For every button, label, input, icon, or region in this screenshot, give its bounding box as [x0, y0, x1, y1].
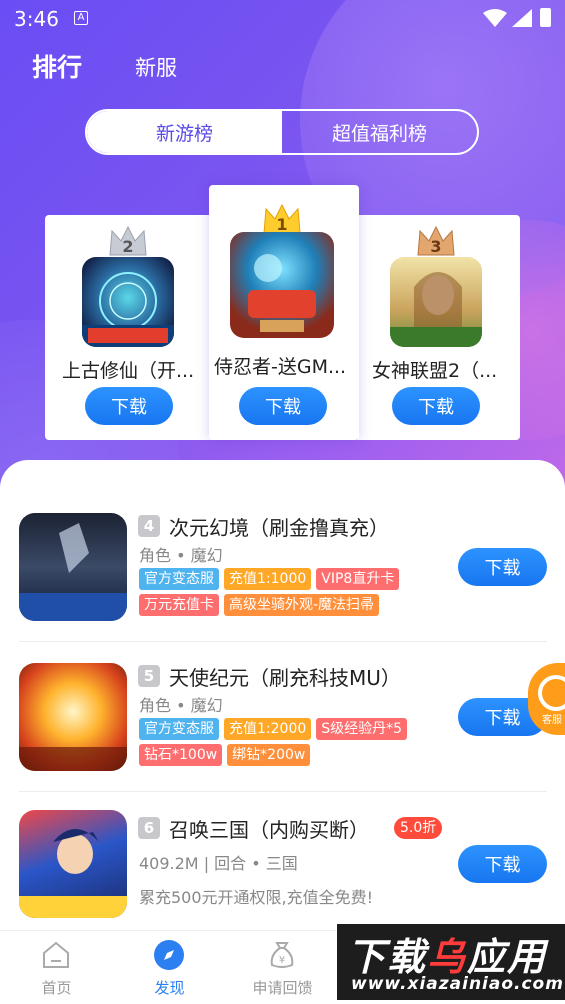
tag: 充值1:2000	[224, 718, 312, 740]
game-title: 召唤三国（内购买断）	[169, 818, 369, 842]
tag-row: 钻石*100w 绑钻*200w	[139, 744, 311, 766]
bronze-crown-icon: 3	[417, 225, 455, 256]
nav-feedback[interactable]: ¥ 申请回馈	[226, 931, 339, 1004]
watermark-logo: 下载乌应用 www.xiazainiao.com	[337, 924, 565, 1000]
game-meta: 409.2M | 回合 • 三国	[139, 854, 298, 873]
game-art	[19, 747, 127, 771]
game-thumb-ciyuan	[19, 513, 127, 621]
notification-icon: A	[74, 11, 88, 25]
tab-ranking[interactable]: 排行	[32, 48, 84, 84]
podium-download-button-1[interactable]: 下载	[239, 387, 327, 425]
nav-home[interactable]: 首页	[0, 931, 113, 1004]
tag-row: 官方变态服 充值1:1000 VIP8直升卡	[139, 568, 400, 590]
svg-text:¥: ¥	[279, 955, 285, 966]
game-art	[248, 254, 316, 332]
battery-icon	[540, 8, 551, 27]
game-icon-nvshen[interactable]	[390, 257, 482, 347]
tab-new-server[interactable]: 新服	[135, 52, 177, 82]
game-art	[19, 523, 127, 621]
signal-icon	[512, 9, 532, 27]
wifi-icon	[483, 9, 507, 27]
game-icon-shirenzhe[interactable]	[230, 232, 334, 338]
tag-row: 官方变态服 充值1:2000 S级经验丹*5	[139, 718, 408, 740]
game-meta: 角色 • 魔幻	[139, 546, 223, 565]
status-bar: 3:46 A	[0, 0, 565, 36]
game-icon-shanggu[interactable]	[82, 257, 174, 347]
home-icon	[43, 941, 69, 968]
headset-icon	[538, 675, 565, 711]
podium-name-1: 侍忍者-送GM...	[214, 356, 347, 378]
segment-welfare[interactable]: 超值福利榜	[282, 111, 477, 153]
rank-badge: 5	[138, 665, 160, 687]
tab-ranking-label: 排行	[32, 53, 83, 82]
nav-home-label: 首页	[41, 979, 72, 997]
game-thumb-tianshi	[19, 663, 127, 771]
watermark-title-a: 下载	[347, 935, 428, 979]
divider	[19, 641, 547, 642]
compass-icon	[154, 940, 184, 970]
divider	[19, 791, 547, 792]
tag: 万元充值卡	[139, 594, 219, 616]
podium-download-button-3[interactable]: 下载	[392, 387, 480, 425]
watermark-title: 下载乌应用	[347, 926, 547, 981]
watermark-title-c: 应用	[467, 935, 548, 979]
game-thumb-zhaohuan	[19, 810, 127, 918]
game-art	[390, 272, 482, 347]
tag: 钻石*100w	[139, 744, 223, 766]
watermark-url: www.xiazainiao.com	[351, 974, 564, 994]
nav-discover-label: 发现	[154, 979, 185, 997]
rank-badge: 4	[138, 515, 160, 537]
silver-crown-icon: 2	[109, 225, 147, 256]
tag: VIP8直升卡	[316, 568, 400, 590]
customer-service-label: 客服	[542, 715, 562, 726]
tag: 官方变态服	[139, 718, 219, 740]
podium-download-button-2[interactable]: 下载	[85, 387, 173, 425]
tag-row: 万元充值卡 高级坐骑外观-魔法扫帚	[139, 594, 380, 616]
game-description: 累充500元开通权限,充值全免费!	[139, 888, 374, 907]
tag: 充值1:1000	[224, 568, 312, 590]
segment-new-games[interactable]: 新游榜	[87, 111, 282, 153]
podium-name-3: 女神联盟2（...	[372, 360, 498, 382]
gold-crown-icon: 1	[263, 203, 301, 234]
tag: S级经验丹*5	[316, 718, 408, 740]
game-art	[82, 272, 174, 347]
game-title: 次元幻境（刷金撸真充）	[169, 516, 389, 540]
money-bag-icon: ¥	[270, 942, 294, 968]
rank-badge: 6	[138, 817, 160, 839]
podium-name-2: 上古修仙（开...	[62, 360, 195, 382]
download-button[interactable]: 下载	[458, 548, 547, 586]
ranking-segment: 新游榜 超值福利榜	[85, 109, 479, 155]
nav-discover[interactable]: 发现	[113, 931, 226, 1004]
game-meta: 角色 • 魔幻	[139, 696, 223, 715]
tag: 绑钻*200w	[227, 744, 311, 766]
list-item[interactable]: 4 次元幻境（刷金撸真充） 角色 • 魔幻 官方变态服 充值1:1000 VIP…	[0, 500, 565, 650]
list-item[interactable]: 5 天使纪元（刷充科技MU） 角色 • 魔幻 官方变态服 充值1:2000 S级…	[0, 650, 565, 800]
status-time: 3:46	[14, 7, 59, 31]
tag: 官方变态服	[139, 568, 219, 590]
podium-rank-number: 3	[430, 237, 441, 256]
tag: 高级坐骑外观-魔法扫帚	[224, 594, 380, 616]
game-art	[19, 829, 127, 918]
game-title: 天使纪元（刷充科技MU）	[169, 666, 401, 690]
watermark-title-b: 乌	[427, 935, 468, 979]
discount-badge: 5.0折	[394, 817, 443, 839]
download-button[interactable]: 下载	[458, 845, 547, 883]
nav-feedback-label: 申请回馈	[252, 979, 313, 997]
podium-rank-number: 2	[122, 237, 133, 256]
